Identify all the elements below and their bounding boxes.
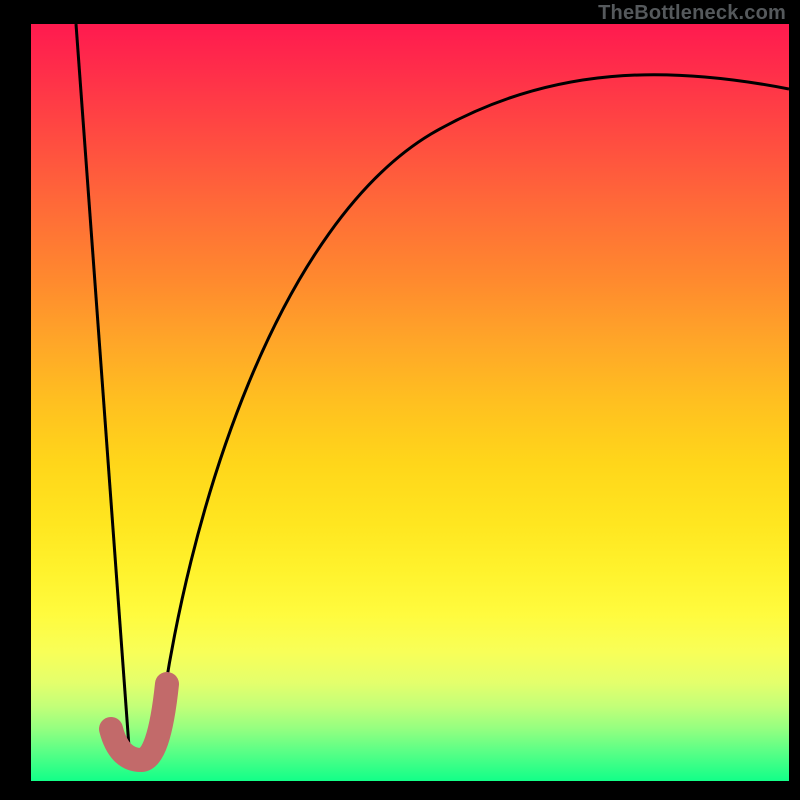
chart-frame: TheBottleneck.com xyxy=(0,0,800,800)
right-branch-curve xyxy=(157,75,789,747)
curve-overlay xyxy=(31,24,789,781)
check-mark-icon xyxy=(111,684,167,760)
left-branch-curve xyxy=(76,24,129,747)
plot-area xyxy=(31,24,789,781)
watermark-label: TheBottleneck.com xyxy=(598,2,786,25)
